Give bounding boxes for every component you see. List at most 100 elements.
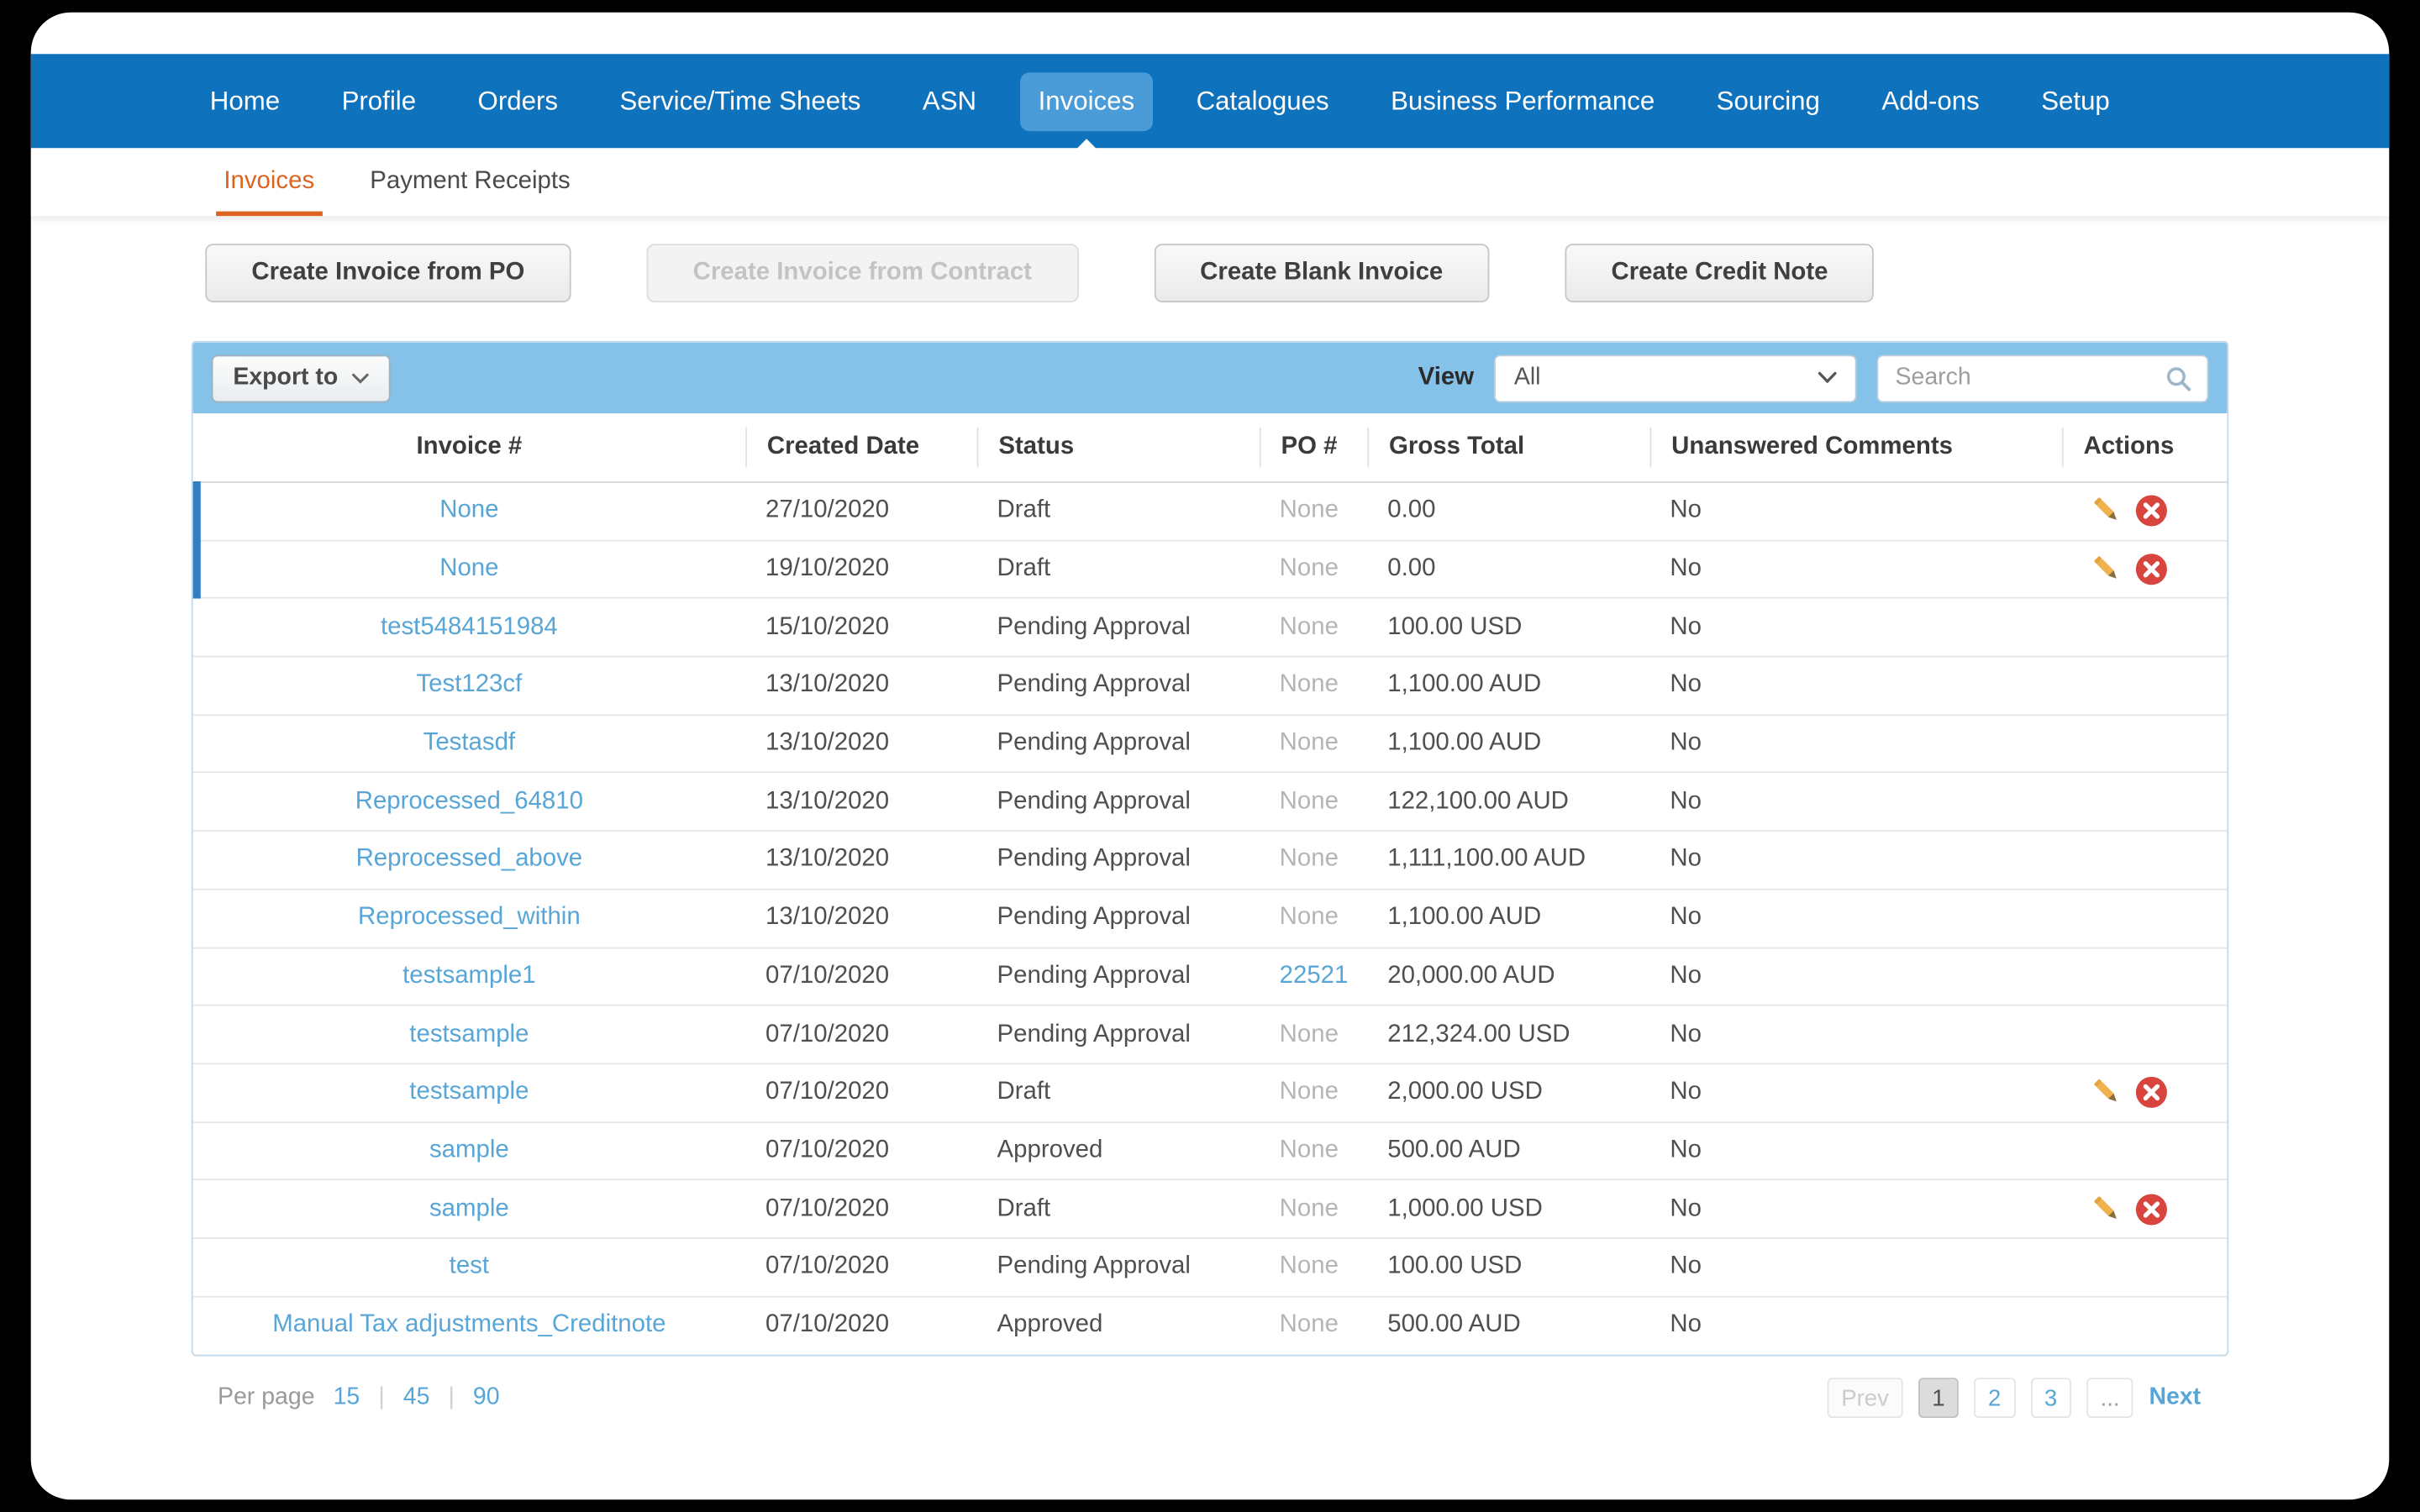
invoice-link[interactable]: Manual Tax adjustments_Creditnote (272, 1312, 666, 1340)
nav-item-profile[interactable]: Profile (324, 71, 435, 130)
edit-invoice-icon[interactable] (2090, 1192, 2123, 1226)
created-date-cell: 13/10/2020 (765, 788, 890, 815)
po-number: None (1279, 671, 1339, 698)
table-row: testsample1 07/10/2020 Pending Approval … (192, 948, 2228, 1006)
invoice-link[interactable]: testsample (409, 1021, 529, 1048)
nav-item-invoices[interactable]: Invoices (1019, 71, 1154, 152)
status-cell: Pending Approval (997, 846, 1191, 873)
actions-cell (2062, 494, 2228, 528)
main-nav: Home Profile Orders Service/Time Sheets ASN I… (30, 54, 2390, 152)
invoice-link[interactable]: Reprocessed_within (358, 905, 581, 932)
gross-total-cell: 1,111,100.00 AUD (1387, 846, 1586, 873)
table-toolbar: Export to View All (192, 342, 2228, 414)
invoice-link[interactable]: test5484151984 (381, 614, 558, 642)
invoice-link[interactable]: testsample (409, 1079, 529, 1106)
table-row: test5484151984 15/10/2020 Pending Approv… (192, 599, 2228, 658)
nav-item-sourcing[interactable]: Sourcing (1698, 71, 1839, 130)
chevron-down-icon (1818, 371, 1837, 385)
column-header-po-number[interactable]: PO # (1259, 427, 1368, 468)
subnav-item-invoices[interactable]: Invoices (216, 148, 322, 217)
status-cell: Pending Approval (997, 962, 1191, 990)
invoice-link[interactable]: Test123cf (416, 672, 522, 700)
create-credit-note-button[interactable]: Create Credit Note (1565, 244, 1875, 302)
unanswered-comments-cell: No (1670, 729, 1702, 757)
delete-invoice-icon[interactable] (2134, 553, 2168, 586)
table-footer: Per page 15 | 45 | 90 Prev 1 2 3 ... Nex… (192, 1378, 2228, 1419)
pagination-page-2[interactable]: 2 (1974, 1378, 2015, 1419)
invoice-link[interactable]: Testasdf (424, 730, 515, 758)
po-number: None (1279, 497, 1339, 524)
status-cell: Pending Approval (997, 613, 1191, 640)
invoice-link[interactable]: testsample1 (402, 963, 535, 990)
po-number-cell: None (1260, 1253, 1368, 1281)
po-number[interactable]: 22521 (1280, 963, 1349, 989)
unanswered-comments-cell: No (1670, 1194, 1702, 1221)
export-to-button[interactable]: Export to (211, 354, 391, 402)
invoice-link[interactable]: Reprocessed_above (356, 846, 583, 874)
status-cell: Draft (997, 1194, 1051, 1221)
created-date-cell: 13/10/2020 (765, 729, 890, 757)
invoice-link[interactable]: sample (429, 1195, 509, 1223)
search-input[interactable] (1895, 364, 2165, 392)
per-page-option-90[interactable]: 90 (473, 1384, 500, 1412)
table-body: None 27/10/2020 Draft None 0.00 No None … (192, 481, 2228, 1356)
po-number-cell: None (1260, 555, 1368, 583)
main-nav-items: Home Profile Orders Service/Time Sheets ASN I… (31, 71, 2128, 152)
gross-total-cell: 0.00 (1387, 555, 1436, 582)
column-header-unanswered-comments[interactable]: Unanswered Comments (1649, 427, 2061, 468)
table-row: sample 07/10/2020 Draft None 1,000.00 US… (192, 1180, 2228, 1239)
nav-item-add-ons[interactable]: Add-ons (1863, 71, 1997, 130)
create-invoice-from-po-button[interactable]: Create Invoice from PO (205, 244, 571, 302)
pagination-next-button[interactable]: Next (2149, 1384, 2201, 1412)
table-row: testsample 07/10/2020 Draft None 2,000.0… (192, 1064, 2228, 1123)
invoice-link[interactable]: Reprocessed_64810 (355, 788, 583, 816)
nav-item-service-time-sheets[interactable]: Service/Time Sheets (601, 71, 879, 130)
invoice-number-cell: Reprocessed_above (193, 846, 746, 874)
column-header-status[interactable]: Status (976, 427, 1260, 468)
per-page-option-15[interactable]: 15 (334, 1384, 360, 1412)
invoice-link[interactable]: sample (429, 1137, 509, 1165)
table-row: None 27/10/2020 Draft None 0.00 No (192, 481, 2228, 542)
invoice-link[interactable]: test (450, 1253, 489, 1281)
nav-item-orders[interactable]: Orders (460, 71, 577, 130)
pagination-page-3[interactable]: 3 (2030, 1378, 2071, 1419)
status-cell: Draft (997, 555, 1051, 582)
delete-invoice-icon[interactable] (2134, 1076, 2168, 1110)
po-number-cell: None (1260, 1021, 1368, 1048)
nav-item-business-performance[interactable]: Business Performance (1372, 71, 1673, 130)
create-invoice-from-contract-button[interactable]: Create Invoice from Contract (646, 244, 1079, 302)
search-box (1876, 354, 2209, 402)
nav-item-asn[interactable]: ASN (904, 71, 995, 130)
create-blank-invoice-button[interactable]: Create Blank Invoice (1154, 244, 1490, 302)
invoice-link[interactable]: None (439, 497, 498, 525)
nav-item-setup[interactable]: Setup (2023, 71, 2128, 130)
po-number: None (1279, 729, 1339, 757)
edit-invoice-icon[interactable] (2090, 494, 2123, 528)
pagination-page-1[interactable]: 1 (1918, 1378, 1960, 1419)
delete-invoice-icon[interactable] (2134, 1192, 2168, 1226)
subnav-item-payment-receipts[interactable]: Payment Receipts (370, 148, 570, 216)
edit-invoice-icon[interactable] (2090, 1076, 2123, 1110)
invoice-number-cell: sample (193, 1195, 746, 1223)
gross-total-cell: 1,100.00 AUD (1387, 671, 1542, 698)
pagination-ellipsis[interactable]: ... (2086, 1378, 2134, 1419)
column-header-created-date[interactable]: Created Date (745, 427, 977, 468)
invoice-link[interactable]: None (439, 555, 498, 583)
view-select[interactable]: All (1493, 354, 1857, 402)
table-row: Reprocessed_64810 13/10/2020 Pending App… (192, 774, 2228, 832)
pagination-prev-button[interactable]: Prev (1827, 1378, 1903, 1419)
table-row: Manual Tax adjustments_Creditnote 07/10/… (192, 1297, 2228, 1356)
nav-item-home[interactable]: Home (192, 71, 298, 130)
edit-invoice-icon[interactable] (2090, 553, 2123, 586)
chevron-down-icon (352, 372, 369, 384)
search-icon[interactable] (2164, 364, 2193, 393)
po-number: None (1279, 1194, 1339, 1221)
status-cell: Draft (997, 497, 1051, 524)
invoice-number-cell: Testasdf (193, 730, 746, 758)
per-page-option-45[interactable]: 45 (403, 1384, 430, 1412)
delete-invoice-icon[interactable] (2134, 494, 2168, 528)
invoice-number-cell: testsample (193, 1079, 746, 1106)
nav-item-catalogues[interactable]: Catalogues (1178, 71, 1348, 130)
column-header-invoice[interactable]: Invoice # (193, 428, 746, 468)
column-header-gross-total[interactable]: Gross Total (1367, 427, 1649, 468)
